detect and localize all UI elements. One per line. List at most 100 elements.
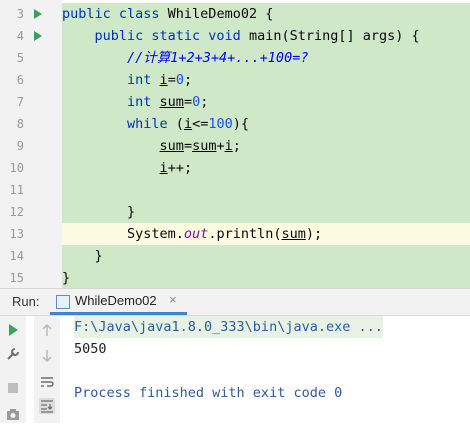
arrow-down-icon[interactable] (39, 348, 55, 364)
line-number: 4 (16, 29, 24, 43)
code-token: while (62, 116, 176, 132)
gutter-line[interactable]: 13 (0, 223, 62, 245)
run-label: Run: (12, 294, 40, 309)
code-token: i (183, 116, 193, 132)
code-token: = (183, 94, 193, 110)
code-line[interactable]: } (62, 267, 470, 289)
code-line[interactable]: i++; (62, 157, 470, 179)
code-token: = (183, 138, 193, 154)
gutter-line[interactable]: 15 (0, 267, 62, 289)
line-number: 3 (16, 7, 24, 21)
line-number: 10 (9, 161, 24, 175)
wrench-icon[interactable] (5, 346, 21, 362)
run-console[interactable]: F:\Java\java1.8.0_333\bin\java.exe ... 5… (0, 316, 470, 423)
code-token: main(String[] args) { (248, 28, 420, 44)
code-line[interactable]: } (62, 245, 470, 267)
code-token: WhileDemo02 { (167, 6, 274, 22)
code-line[interactable]: while (i<=100){ (62, 113, 470, 135)
code-token: sum (281, 226, 306, 242)
scroll-to-end-icon[interactable] (39, 398, 55, 414)
run-gutter-icon[interactable] (34, 31, 42, 41)
stop-icon[interactable] (5, 380, 21, 396)
code-token: i (159, 160, 168, 176)
code-line[interactable]: //计算1+2+3+4+...+100=? (62, 47, 470, 69)
line-number: 7 (16, 95, 24, 109)
gutter-line[interactable]: 6 (0, 69, 62, 91)
code-token: i (224, 138, 233, 154)
code-token: + (216, 138, 225, 154)
code-token: ; (183, 72, 193, 88)
gutter-line[interactable]: 14 (0, 245, 62, 267)
gutter-line[interactable]: 11 (0, 179, 62, 201)
code-token: = (167, 72, 176, 88)
code-token: } (62, 248, 103, 264)
gutter-line[interactable]: 8 (0, 113, 62, 135)
code-token: } (62, 204, 136, 220)
run-config-icon (56, 295, 70, 309)
code-token: 0 (192, 94, 201, 110)
code-line[interactable]: public static void main(String[] args) { (62, 25, 470, 47)
line-number: 5 (16, 51, 24, 65)
run-gutter-icon[interactable] (34, 9, 42, 19)
code-token: public class (62, 6, 168, 22)
gutter-line[interactable]: 9 (0, 135, 62, 157)
code-editor[interactable]: 3 4 5 6 7 8 9 10 11 12 13 14 15 public class WhileDe… (0, 0, 470, 289)
run-tool-window-header: Run: WhileDemo02 × (0, 289, 470, 316)
gutter-line[interactable]: 5 (0, 47, 62, 69)
line-number: 13 (9, 227, 24, 241)
close-icon[interactable]: × (169, 292, 177, 307)
console-command-line: F:\Java\java1.8.0_333\bin\java.exe ... (74, 316, 383, 338)
code-token: sum (159, 138, 184, 154)
code-token: int (62, 72, 160, 88)
code-token: public static void (62, 28, 249, 44)
soft-wrap-icon[interactable] (39, 374, 55, 390)
run-toolbar-right (34, 316, 60, 423)
code-line[interactable]: int sum=0; (62, 91, 470, 113)
camera-icon[interactable] (5, 406, 21, 422)
code-token: <= (192, 116, 209, 132)
play-icon[interactable] (5, 322, 21, 338)
run-toolbar-left (0, 316, 26, 423)
gutter-line[interactable]: 4 (0, 25, 62, 47)
console-exit-message: Process finished with exit code 0 (74, 385, 343, 401)
code-token: ++; (167, 160, 193, 176)
line-number: 8 (16, 117, 24, 131)
code-token: ; (200, 94, 209, 110)
line-number: 14 (9, 249, 24, 263)
code-token: int (62, 94, 160, 110)
code-line[interactable]: System.out.println(sum); (62, 223, 470, 245)
line-number: 12 (9, 205, 24, 219)
code-token: ){ (232, 116, 249, 132)
line-number: 11 (9, 183, 24, 197)
gutter-line[interactable]: 7 (0, 91, 62, 113)
code-line[interactable]: } (62, 201, 470, 223)
code-token: ( (175, 116, 184, 132)
code-token: i (159, 72, 168, 88)
code-token: ); (305, 226, 323, 242)
code-token: .println( (208, 226, 282, 242)
run-tab-whiledemo02[interactable]: WhileDemo02 × (50, 289, 187, 315)
console-output-line: 5050 (74, 341, 107, 357)
gutter-line[interactable]: 3 (0, 3, 62, 25)
code-area[interactable]: public class WhileDemo02 { public static… (62, 0, 470, 289)
code-token: System. (62, 226, 184, 242)
code-token: 0 (175, 72, 184, 88)
code-line[interactable]: sum=sum+i; (62, 135, 470, 157)
code-line[interactable]: public class WhileDemo02 { (62, 3, 470, 25)
arrow-up-icon[interactable] (39, 322, 55, 338)
editor-gutter: 3 4 5 6 7 8 9 10 11 12 13 14 15 (0, 0, 62, 288)
line-number: 6 (16, 73, 24, 87)
code-token: out (183, 226, 209, 242)
line-number: 9 (16, 139, 24, 153)
code-token: 100 (208, 116, 233, 132)
code-line[interactable] (62, 179, 470, 201)
gutter-line[interactable]: 12 (0, 201, 62, 223)
code-token: //计算1+2+3+4+...+100=? (62, 50, 309, 66)
code-token: ; (232, 138, 241, 154)
gutter-line[interactable]: 10 (0, 157, 62, 179)
code-token: } (62, 270, 71, 286)
code-line[interactable]: int i=0; (62, 69, 470, 91)
line-number: 15 (9, 271, 24, 285)
